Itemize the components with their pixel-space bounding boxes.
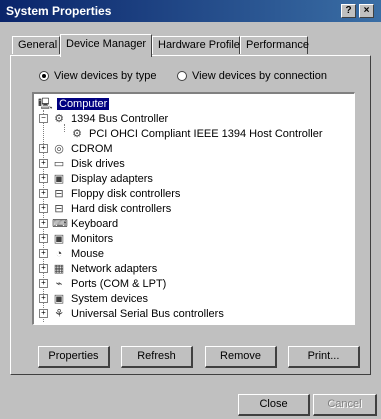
- print-button[interactable]: Print...: [288, 346, 360, 368]
- port-icon: ⌁: [55, 277, 63, 290]
- mouse-icon: ◔: [55, 247, 63, 260]
- system-properties-window: System Properties ? × General Device Man…: [0, 0, 381, 419]
- expand-icon[interactable]: +: [39, 174, 48, 183]
- close-title-button[interactable]: ×: [359, 4, 374, 18]
- hard-disk-controller-icon: ⊟: [54, 202, 64, 215]
- bus-controller-icon: ⚙: [72, 127, 82, 140]
- expand-icon[interactable]: +: [39, 294, 48, 303]
- floppy-controller-icon: ⊟: [54, 187, 64, 200]
- tree-item[interactable]: + ⌁ Ports (COM & LPT): [39, 276, 166, 291]
- disk-drive-icon: ▭: [53, 157, 65, 170]
- network-adapter-icon: ▦: [53, 262, 65, 275]
- radio-unchecked-icon[interactable]: [177, 71, 187, 81]
- tree-item[interactable]: + ⌨ Keyboard: [39, 216, 118, 231]
- tree-item[interactable]: + ▦ Network adapters: [39, 261, 157, 276]
- expand-icon[interactable]: +: [39, 144, 48, 153]
- tree-item-label: Keyboard: [71, 217, 119, 230]
- tree-root-computer[interactable]: 🖳 Computer: [38, 96, 110, 111]
- view-by-connection-option[interactable]: View devices by connection: [177, 70, 327, 82]
- help-title-button[interactable]: ?: [341, 4, 356, 18]
- tree-item[interactable]: − ⚙ 1394 Bus Controller: [39, 111, 168, 126]
- tab-general[interactable]: General: [12, 36, 60, 54]
- tree-item-label: Floppy disk controllers: [71, 187, 181, 200]
- display-adapter-icon: ▣: [53, 172, 65, 185]
- tree-item[interactable]: + ▭ Disk drives: [39, 156, 125, 171]
- view-by-type-label: View devices by type: [54, 70, 157, 82]
- expand-icon[interactable]: +: [39, 204, 48, 213]
- device-manager-panel: View devices by type View devices by con…: [10, 55, 371, 375]
- radio-checked-icon[interactable]: [39, 71, 49, 81]
- tree-item[interactable]: + ⊟ Floppy disk controllers: [39, 186, 180, 201]
- expand-icon[interactable]: +: [39, 234, 48, 243]
- tree-item[interactable]: + ▣ Monitors: [39, 231, 113, 246]
- close-button[interactable]: Close: [238, 394, 310, 416]
- computer-icon: 🖳: [38, 97, 53, 110]
- tab-hardware-profiles[interactable]: Hardware Profiles: [152, 36, 245, 54]
- properties-button[interactable]: Properties: [38, 346, 110, 368]
- window-title: System Properties: [6, 4, 112, 18]
- usb-icon: ⚘: [54, 307, 64, 320]
- expand-icon[interactable]: +: [39, 249, 48, 258]
- tree-item-label: 1394 Bus Controller: [71, 112, 169, 125]
- cdrom-icon: ◎: [54, 142, 64, 155]
- device-tree[interactable]: 🖳 Computer − ⚙ 1394 Bus Controller ⚙ PCI…: [32, 92, 355, 325]
- tree-item-label: Universal Serial Bus controllers: [71, 307, 224, 320]
- system-device-icon: ▣: [53, 292, 65, 305]
- tree-item[interactable]: + ▣ System devices: [39, 291, 148, 306]
- tree-item-label: Mouse: [71, 247, 105, 260]
- collapse-icon[interactable]: −: [39, 114, 48, 123]
- tree-item-label: Hard disk controllers: [71, 202, 172, 215]
- tree-item-label: System devices: [71, 292, 149, 305]
- expand-icon[interactable]: +: [39, 159, 48, 168]
- tab-device-manager[interactable]: Device Manager: [60, 34, 152, 57]
- expand-icon[interactable]: +: [39, 189, 48, 198]
- view-by-connection-label: View devices by connection: [192, 70, 327, 82]
- tree-item-label: Disk drives: [71, 157, 125, 170]
- tree-item-label: Display adapters: [71, 172, 153, 185]
- bus-controller-icon: ⚙: [54, 112, 64, 125]
- title-bar[interactable]: System Properties ? ×: [0, 0, 381, 22]
- tree-item-label: CDROM: [71, 142, 113, 155]
- monitor-icon: ▣: [53, 232, 65, 245]
- tree-item[interactable]: + ◔ Mouse: [39, 246, 104, 261]
- tree-item-label: Monitors: [71, 232, 114, 245]
- tree-item[interactable]: + ◎ CDROM: [39, 141, 113, 156]
- expand-icon[interactable]: +: [39, 219, 48, 228]
- expand-icon[interactable]: +: [39, 264, 48, 273]
- remove-button[interactable]: Remove: [205, 346, 277, 368]
- expand-icon[interactable]: +: [39, 279, 48, 288]
- tree-root-label: Computer: [57, 97, 110, 110]
- tree-item-label: Ports (COM & LPT): [71, 277, 167, 290]
- tree-item[interactable]: + ▣ Display adapters: [39, 171, 153, 186]
- refresh-button[interactable]: Refresh: [121, 346, 193, 368]
- cancel-button[interactable]: Cancel: [313, 394, 377, 416]
- view-by-type-option[interactable]: View devices by type: [39, 70, 157, 82]
- tree-item-label: PCI OHCI Compliant IEEE 1394 Host Contro…: [89, 127, 323, 140]
- tree-item[interactable]: ⚙ PCI OHCI Compliant IEEE 1394 Host Cont…: [70, 126, 323, 141]
- tree-item-label: Network adapters: [71, 262, 158, 275]
- keyboard-icon: ⌨: [52, 217, 68, 230]
- expand-icon[interactable]: +: [39, 309, 48, 318]
- tree-item[interactable]: + ⚘ Universal Serial Bus controllers: [39, 306, 224, 321]
- tab-performance[interactable]: Performance: [240, 36, 309, 54]
- tree-item[interactable]: + ⊟ Hard disk controllers: [39, 201, 171, 216]
